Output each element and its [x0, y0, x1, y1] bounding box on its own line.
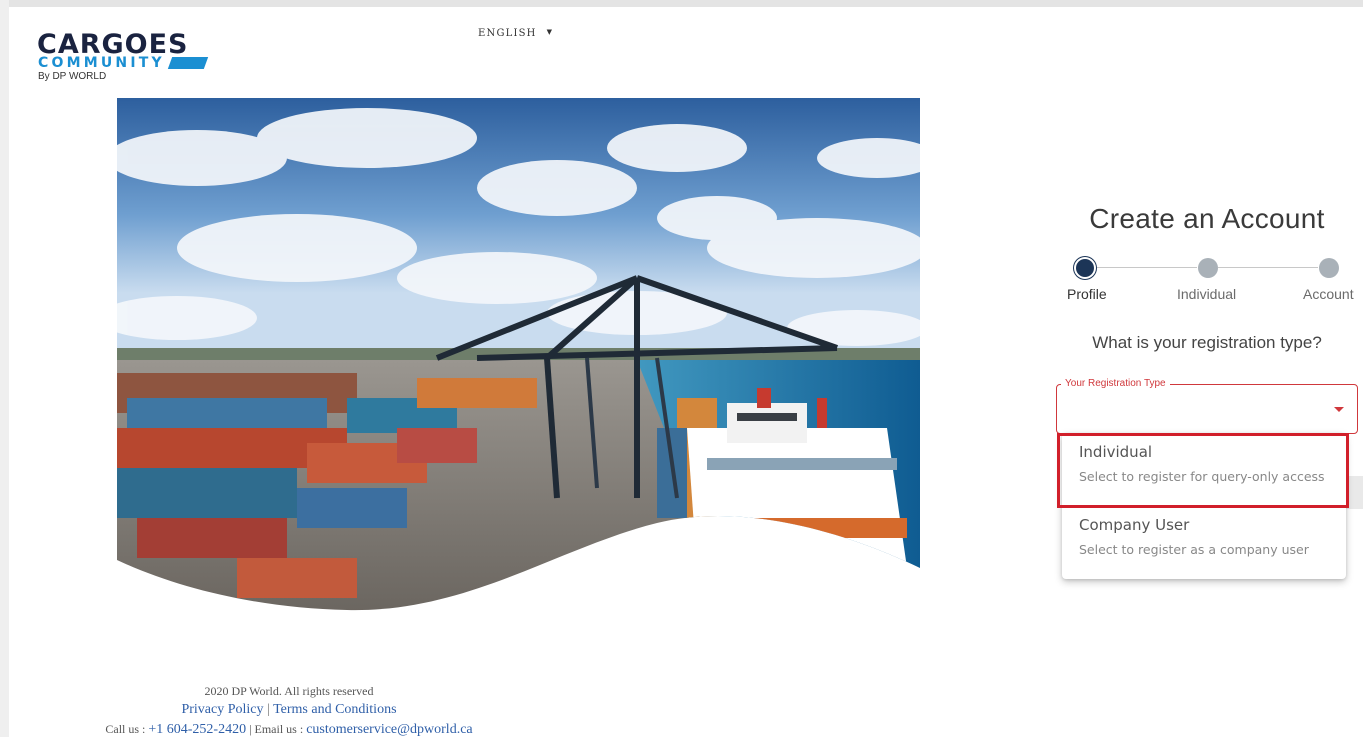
- cargoes-logo[interactable]: CARGOES COMMUNITY By DP WORLD: [37, 31, 212, 83]
- call-label: Call us :: [105, 722, 146, 736]
- step-label-individual: Individual: [1177, 286, 1237, 302]
- page-footer: 2020 DP World. All rights reserved Priva…: [0, 683, 578, 739]
- stepper-connector: [1097, 267, 1197, 268]
- port-cranes-photo: [117, 98, 920, 611]
- step-dot-individual[interactable]: [1198, 258, 1218, 278]
- menu-item-title: Company User: [1079, 516, 1190, 534]
- email-link[interactable]: customerservice@dpworld.ca: [306, 722, 472, 737]
- footer-contact: Call us : +1 604-252-2420 | Email us : c…: [0, 720, 578, 739]
- menu-item-description: Select to register as a company user: [1079, 542, 1309, 557]
- terms-link[interactable]: Terms and Conditions: [273, 702, 396, 717]
- window-left-border: [0, 0, 9, 737]
- privacy-policy-link[interactable]: Privacy Policy: [181, 702, 263, 717]
- page-title: Create an Account: [1089, 203, 1325, 234]
- step-dot-account[interactable]: [1319, 258, 1339, 278]
- phone-link[interactable]: +1 604-252-2420: [148, 722, 246, 737]
- caret-down-icon[interactable]: [1334, 407, 1344, 412]
- stepper-connector: [1218, 267, 1318, 268]
- logo-accent-bar: [167, 57, 209, 69]
- logo-byline: By DP WORLD: [38, 71, 107, 82]
- logo-sub: COMMUNITY: [38, 55, 165, 71]
- language-selector[interactable]: ENGLISH ▼: [478, 28, 553, 39]
- copyright-text: 2020 DP World. All rights reserved: [204, 684, 374, 698]
- registration-question: What is your registration type?: [1092, 333, 1322, 352]
- registration-type-label: Your Registration Type: [1061, 378, 1170, 389]
- window-top-border: [0, 0, 1363, 7]
- registration-stepper: Profile Individual Account: [1060, 256, 1363, 304]
- step-label-account: Account: [1303, 286, 1354, 302]
- step-label-profile: Profile: [1067, 286, 1107, 302]
- footer-separator: |: [267, 702, 270, 717]
- highlight-box: [1057, 433, 1349, 508]
- language-label: ENGLISH: [478, 28, 537, 39]
- registration-type-select[interactable]: [1056, 384, 1358, 434]
- menu-item-company-user[interactable]: Company User Select to register as a com…: [1062, 506, 1346, 574]
- footer-links: Privacy Policy | Terms and Conditions: [0, 700, 578, 720]
- step-dot-profile[interactable]: [1076, 259, 1094, 277]
- caret-down-icon: ▼: [546, 28, 554, 36]
- email-label: | Email us :: [249, 722, 304, 736]
